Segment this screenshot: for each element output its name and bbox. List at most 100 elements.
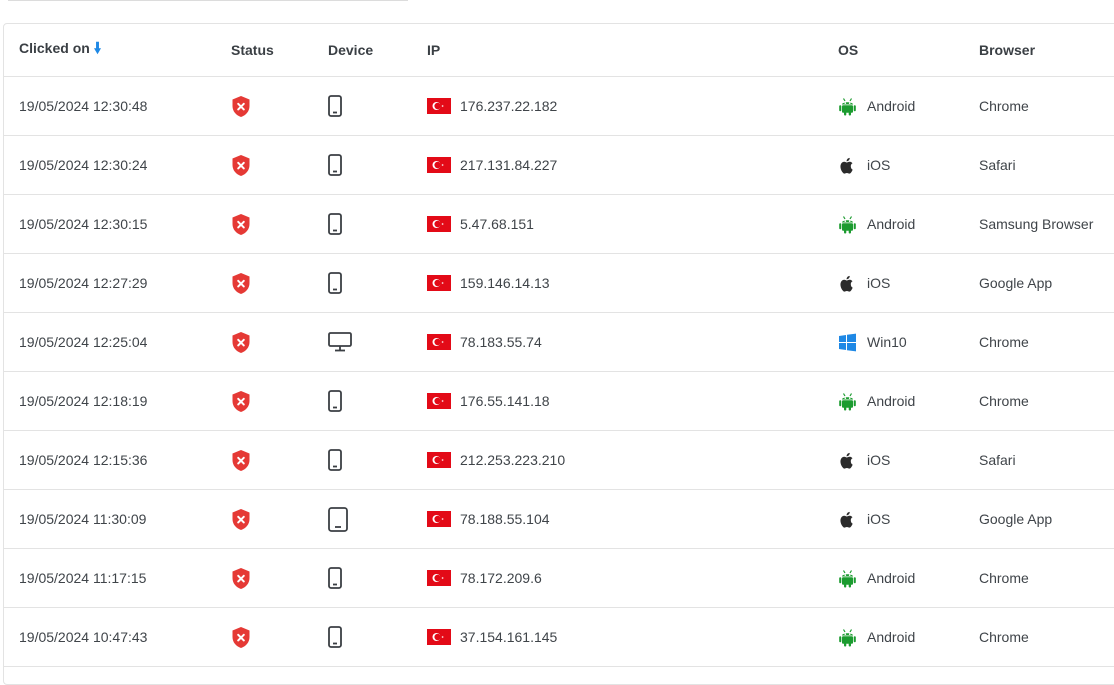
table-row[interactable]: 19/05/2024 12:18:19 176.55.141.18 Androi… <box>4 371 1114 431</box>
column-header-ip: IP <box>427 24 838 77</box>
device-cell <box>328 489 427 549</box>
apple-icon <box>838 274 857 293</box>
ip-address: 176.55.141.18 <box>460 393 550 409</box>
ip-cell: 217.131.84.227 <box>427 135 838 195</box>
os-name: Android <box>867 393 916 409</box>
ip-cell: 78.183.55.74 <box>427 312 838 372</box>
turkey-flag-icon <box>427 216 451 232</box>
blocked-shield-icon <box>231 213 328 236</box>
blocked-shield-icon <box>231 390 328 413</box>
os-name: iOS <box>867 157 891 173</box>
mobile-device-icon <box>328 154 427 176</box>
status-cell <box>231 135 328 195</box>
ip-address: 78.172.209.6 <box>460 570 542 586</box>
clicked-on-cell: 19/05/2024 12:15:36 <box>4 430 231 490</box>
mobile-device-icon <box>328 213 427 235</box>
android-icon <box>838 215 857 234</box>
table-header-row: Clicked on 🠛 Status Device IP OS Browser <box>4 24 1114 77</box>
status-cell <box>231 194 328 254</box>
table-row[interactable]: 19/05/2024 12:30:48 176.237.22.182 Andro… <box>4 76 1114 136</box>
device-cell <box>328 194 427 254</box>
android-icon <box>838 97 857 116</box>
os-name: Android <box>867 570 916 586</box>
ip-cell: 212.253.223.210 <box>427 430 838 490</box>
os-name: Win10 <box>867 334 907 350</box>
clicked-on-cell: 19/05/2024 12:27:29 <box>4 253 231 313</box>
clicked-on-cell: 19/05/2024 10:47:43 <box>4 607 231 667</box>
turkey-flag-icon <box>427 393 451 409</box>
mobile-device-icon <box>328 390 427 412</box>
blocked-shield-icon <box>231 626 328 649</box>
table-row[interactable]: 19/05/2024 12:30:24 217.131.84.227 iOS S… <box>4 135 1114 195</box>
status-cell <box>231 253 328 313</box>
ip-address: 217.131.84.227 <box>460 157 558 173</box>
table-row[interactable]: 19/05/2024 10:47:43 37.154.161.145 Andro… <box>4 607 1114 667</box>
mobile-device-icon <box>328 95 427 117</box>
turkey-flag-icon <box>427 629 451 645</box>
turkey-flag-icon <box>427 98 451 114</box>
table-row[interactable]: 19/05/2024 12:30:15 5.47.68.151 Android … <box>4 194 1114 254</box>
windows-icon <box>838 333 857 352</box>
blocked-shield-icon <box>231 567 328 590</box>
device-cell <box>328 312 427 372</box>
device-cell <box>328 253 427 313</box>
mobile-device-icon <box>328 272 427 294</box>
table-body: 19/05/2024 12:30:48 176.237.22.182 Andro… <box>4 76 1114 667</box>
status-cell <box>231 607 328 667</box>
table-row[interactable]: 19/05/2024 11:17:15 78.172.209.6 Android… <box>4 548 1114 608</box>
column-header-label: Clicked on <box>19 39 90 56</box>
turkey-flag-icon <box>427 157 451 173</box>
clicked-on-cell: 19/05/2024 12:18:19 <box>4 371 231 431</box>
os-cell: iOS <box>838 253 979 313</box>
blocked-shield-icon <box>231 272 328 295</box>
ip-cell: 176.237.22.182 <box>427 76 838 136</box>
clicks-table: Clicked on 🠛 Status Device IP OS Browser … <box>4 24 1114 667</box>
browser-cell: Safari <box>979 430 1114 490</box>
turkey-flag-icon <box>427 275 451 291</box>
status-cell <box>231 548 328 608</box>
device-cell <box>328 548 427 608</box>
os-cell: Android <box>838 371 979 431</box>
status-cell <box>231 430 328 490</box>
browser-cell: Samsung Browser <box>979 194 1114 254</box>
column-header-os: OS <box>838 24 979 77</box>
filter-input-edge[interactable] <box>8 0 408 1</box>
device-cell <box>328 607 427 667</box>
arrow-down-icon[interactable]: 🠛 <box>94 40 102 57</box>
device-cell <box>328 76 427 136</box>
browser-cell: Chrome <box>979 312 1114 372</box>
ip-cell: 78.172.209.6 <box>427 548 838 608</box>
status-cell <box>231 489 328 549</box>
clicked-on-cell: 19/05/2024 12:30:24 <box>4 135 231 195</box>
turkey-flag-icon <box>427 570 451 586</box>
status-cell <box>231 312 328 372</box>
android-icon <box>838 392 857 411</box>
ip-cell: 78.188.55.104 <box>427 489 838 549</box>
clicked-on-cell: 19/05/2024 11:30:09 <box>4 489 231 549</box>
table-row[interactable]: 19/05/2024 12:25:04 78.183.55.74 Win10 C… <box>4 312 1114 372</box>
ip-address: 37.154.161.145 <box>460 629 558 645</box>
browser-cell: Safari <box>979 135 1114 195</box>
os-cell: Win10 <box>838 312 979 372</box>
column-header-device: Device <box>328 24 427 77</box>
device-cell <box>328 430 427 490</box>
os-cell: iOS <box>838 135 979 195</box>
table-row[interactable]: 19/05/2024 11:30:09 78.188.55.104 iOS Go… <box>4 489 1114 549</box>
clicked-on-cell: 19/05/2024 12:30:15 <box>4 194 231 254</box>
os-cell: Android <box>838 548 979 608</box>
os-cell: iOS <box>838 430 979 490</box>
browser-cell: Google App <box>979 489 1114 549</box>
mobile-device-icon <box>328 626 427 648</box>
os-name: iOS <box>867 275 891 291</box>
table-row[interactable]: 19/05/2024 12:27:29 159.146.14.13 iOS Go… <box>4 253 1114 313</box>
ip-address: 176.237.22.182 <box>460 98 558 114</box>
ip-address: 159.146.14.13 <box>460 275 550 291</box>
browser-cell: Chrome <box>979 607 1114 667</box>
ip-address: 78.188.55.104 <box>460 511 550 527</box>
table-row[interactable]: 19/05/2024 12:15:36 212.253.223.210 iOS … <box>4 430 1114 490</box>
apple-icon <box>838 510 857 529</box>
apple-icon <box>838 451 857 470</box>
column-header-clicked-on[interactable]: Clicked on 🠛 <box>4 24 231 77</box>
os-name: Android <box>867 629 916 645</box>
browser-cell: Chrome <box>979 76 1114 136</box>
